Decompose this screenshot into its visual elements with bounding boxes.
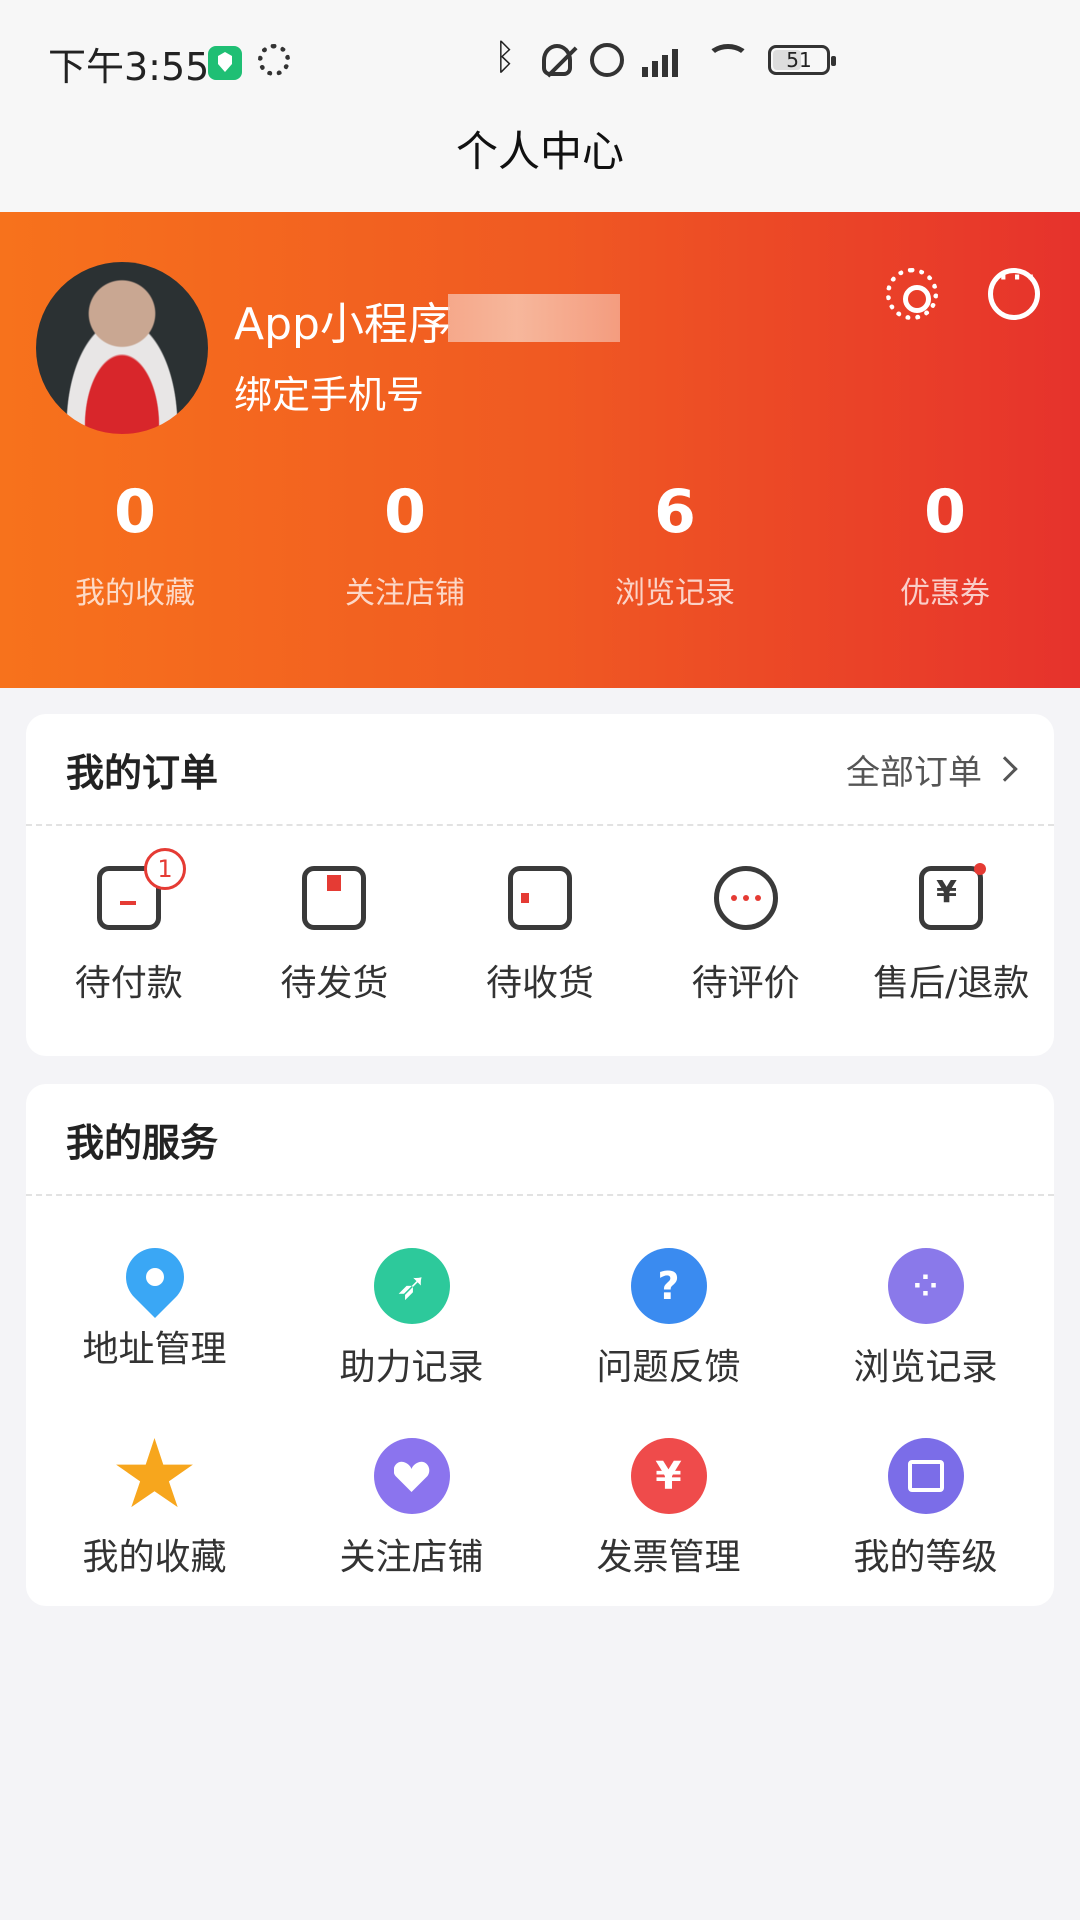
bluetooth-icon: [490, 37, 524, 78]
profile-header: App小程序 绑定手机号 0 我的收藏 0 关注店铺 6 浏览记录 0 优惠券: [0, 212, 1080, 688]
service-label: 我的等级: [853, 1537, 998, 1578]
avatar[interactable]: [36, 262, 208, 434]
battery-icon: 51: [768, 45, 836, 75]
stat-value: 0: [114, 477, 156, 547]
service-history[interactable]: ⁘ 浏览记录: [797, 1248, 1054, 1390]
wifi-icon: [706, 44, 750, 76]
level-scan-icon: [887, 1438, 964, 1514]
services-grid: 地址管理 ➶ 助力记录 ? 问题反馈 ⁘ 浏览记录 我的收藏 关注店铺 ¥ 发票…: [26, 1196, 1054, 1580]
security-shield-icon: [208, 46, 242, 80]
service-invoice[interactable]: ¥ 发票管理: [540, 1438, 797, 1580]
stat-label: 关注店铺: [345, 576, 465, 611]
battery-level: 51: [786, 48, 812, 72]
question-icon: ?: [630, 1248, 707, 1324]
stat-favorites[interactable]: 0 我的收藏: [0, 482, 270, 612]
heart-icon: [373, 1438, 450, 1514]
service-label: 问题反馈: [596, 1347, 741, 1388]
stat-value: 0: [384, 477, 426, 547]
settings-icon[interactable]: [886, 268, 938, 320]
service-label: 发票管理: [596, 1537, 741, 1578]
location-pin-icon: [113, 1235, 196, 1319]
mute-bell-icon: [542, 44, 572, 76]
comment-icon: [713, 866, 778, 930]
order-pending-shipment[interactable]: 待发货: [232, 866, 438, 1006]
bind-phone-link[interactable]: 绑定手机号: [234, 364, 424, 419]
stat-coupons[interactable]: 0 优惠券: [810, 482, 1080, 612]
rocket-icon: ➶: [373, 1248, 450, 1324]
stat-label: 我的收藏: [75, 576, 195, 611]
order-pending-review[interactable]: 待评价: [643, 866, 849, 1006]
stat-history[interactable]: 6 浏览记录: [540, 482, 810, 612]
service-label: 助力记录: [339, 1347, 484, 1388]
stat-value: 0: [924, 477, 966, 547]
nav-bar: 个人中心: [0, 120, 1080, 212]
service-level[interactable]: 我的等级: [797, 1438, 1054, 1580]
pending-payment-badge: 1: [144, 848, 186, 890]
services-card-header: 我的服务: [26, 1084, 1054, 1196]
username-redacted: [448, 294, 620, 342]
order-label: 售后/退款: [873, 963, 1030, 1004]
status-icons: 51: [490, 37, 836, 82]
truck-icon: [507, 866, 572, 930]
box-icon: [302, 866, 367, 930]
all-orders-link[interactable]: 全部订单: [846, 745, 1018, 794]
services-card: 我的服务 地址管理 ➶ 助力记录 ? 问题反馈 ⁘ 浏览记录 我的收藏 关注店铺: [26, 1084, 1054, 1606]
service-feedback[interactable]: ? 问题反馈: [540, 1248, 797, 1390]
order-status-row: 1 待付款 待发货 待收货 待评价 ¥ 售后/退款: [26, 826, 1054, 1006]
order-label: 待发货: [280, 963, 389, 1004]
stat-followed-shops[interactable]: 0 关注店铺: [270, 482, 540, 612]
status-time: 下午3:55: [48, 45, 210, 89]
all-orders-label: 全部订单: [846, 752, 982, 793]
service-followed-shops[interactable]: 关注店铺: [283, 1438, 540, 1580]
order-pending-payment[interactable]: 1 待付款: [26, 848, 232, 1006]
order-label: 待收货: [485, 963, 594, 1004]
invoice-icon: ¥: [630, 1438, 707, 1514]
stat-label: 优惠券: [900, 576, 990, 611]
chevron-right-icon: [992, 756, 1018, 782]
service-label: 我的收藏: [82, 1537, 227, 1578]
status-bar: 下午3:55 51: [0, 0, 1080, 120]
stat-value: 6: [654, 477, 696, 547]
stats-row: 0 我的收藏 0 关注店铺 6 浏览记录 0 优惠券: [0, 482, 1080, 612]
orders-card-header: 我的订单 全部订单: [26, 714, 1054, 826]
settings-gear-icon: [258, 44, 290, 76]
orders-title: 我的订单: [66, 750, 219, 795]
service-address[interactable]: 地址管理: [26, 1235, 283, 1390]
services-title: 我的服务: [66, 1120, 219, 1165]
signal-icon: [642, 43, 688, 77]
service-label: 地址管理: [82, 1329, 227, 1370]
refund-icon: ¥: [919, 863, 987, 930]
order-pending-receipt[interactable]: 待收货: [437, 866, 643, 1006]
order-label: 待评价: [691, 963, 800, 1004]
star-icon: [116, 1438, 193, 1508]
order-label: 待付款: [74, 963, 183, 1004]
alarm-icon: [590, 43, 624, 77]
service-label: 关注店铺: [339, 1537, 484, 1578]
order-after-sales[interactable]: ¥ 售后/退款: [848, 863, 1054, 1006]
service-assist-records[interactable]: ➶ 助力记录: [283, 1248, 540, 1390]
service-label: 浏览记录: [853, 1347, 998, 1388]
service-favorites[interactable]: 我的收藏: [26, 1438, 283, 1580]
orders-card: 我的订单 全部订单 1 待付款 待发货 待收货 待评价 ¥ 售后/退款: [26, 714, 1054, 1056]
footprint-icon: ⁘: [887, 1248, 964, 1324]
page-title: 个人中心: [455, 127, 624, 176]
message-icon[interactable]: [988, 255, 1040, 320]
username[interactable]: App小程序: [234, 288, 452, 352]
stat-label: 浏览记录: [615, 576, 735, 611]
